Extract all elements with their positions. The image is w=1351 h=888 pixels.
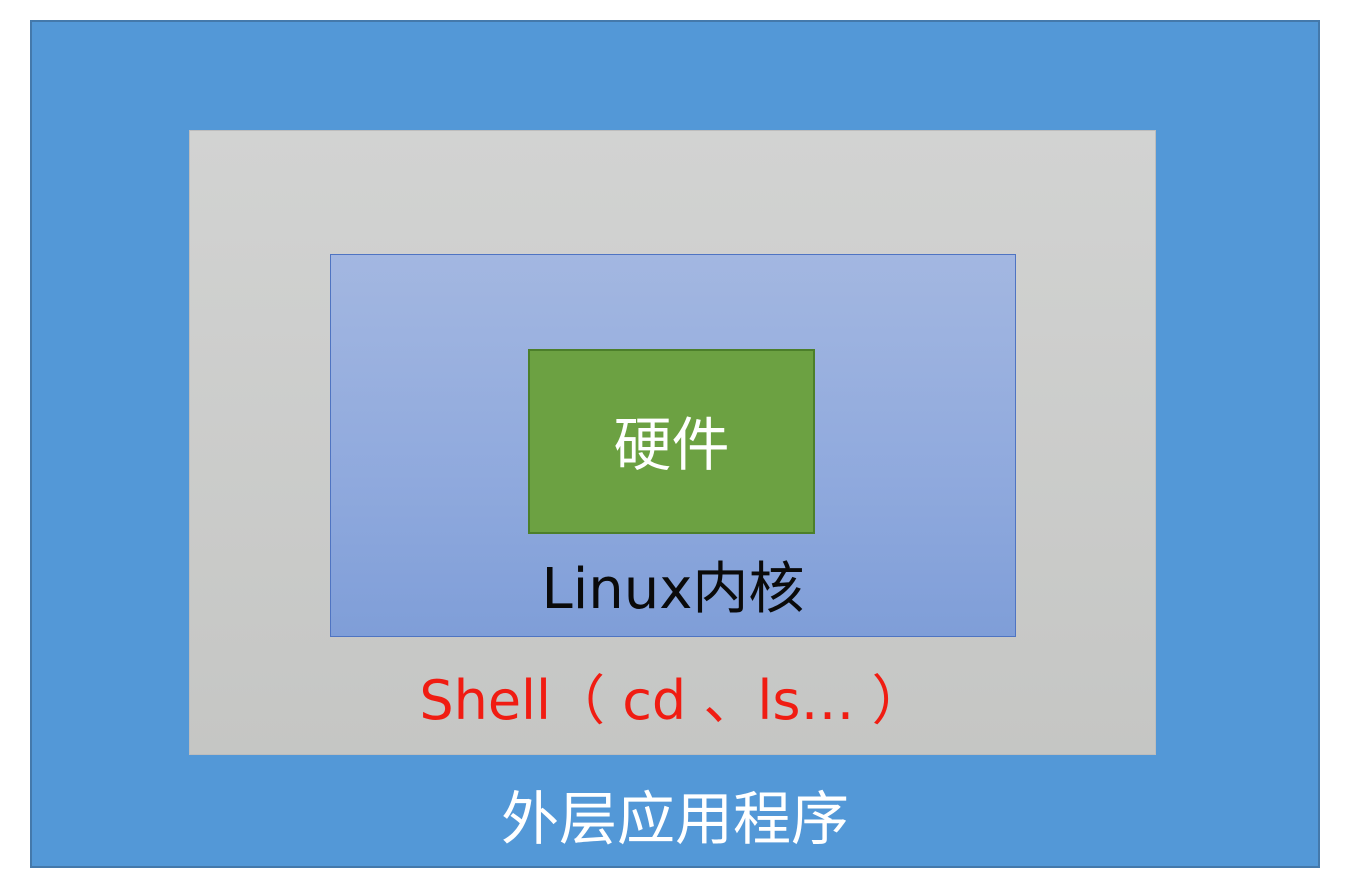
- application-label: 外层应用程序: [500, 785, 849, 853]
- kernel-label: Linux内核: [541, 557, 805, 622]
- hardware-label: 硬件: [613, 411, 730, 479]
- shell-label: Shell（ cd 、ls… ）: [419, 669, 926, 732]
